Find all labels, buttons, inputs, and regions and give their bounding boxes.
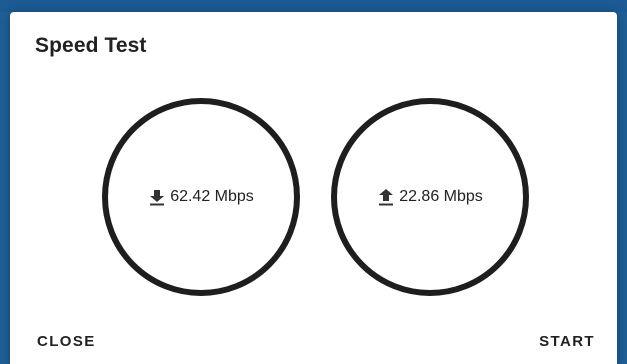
upload-gauge: 22.86 Mbps [331, 98, 529, 296]
background-window-strip [0, 0, 627, 12]
download-arrow-icon [150, 190, 165, 206]
speed-test-dialog: Speed Test 62.42 Mbps 22.86 Mbps CLOSE S… [10, 12, 617, 364]
dialog-title: Speed Test [35, 34, 147, 57]
download-gauge: 62.42 Mbps [102, 98, 300, 296]
close-button[interactable]: CLOSE [37, 333, 96, 350]
download-speed-value: 62.42 Mbps [170, 188, 254, 205]
upload-arrow-icon [379, 189, 394, 206]
start-button[interactable]: START [539, 333, 595, 350]
upload-reading: 22.86 Mbps [377, 188, 483, 206]
download-reading: 62.42 Mbps [148, 188, 254, 206]
upload-speed-value: 22.86 Mbps [399, 188, 483, 205]
